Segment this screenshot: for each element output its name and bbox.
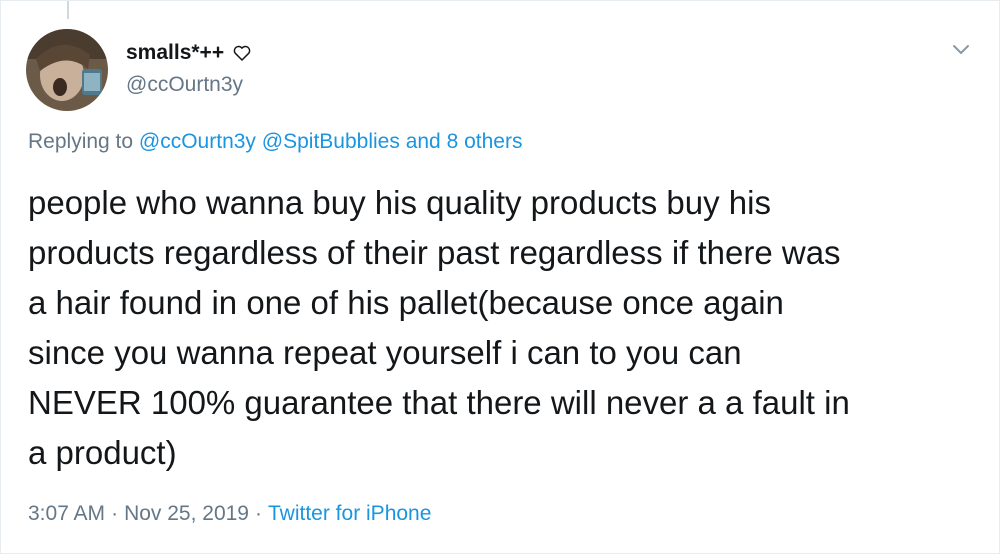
tweet-source-link[interactable]: Twitter for iPhone: [268, 502, 431, 525]
thread-connector-line: [67, 1, 69, 19]
tweet-text-line: products regardless of their past regard…: [28, 234, 841, 271]
author-display-name[interactable]: smalls*++: [126, 41, 224, 65]
tweet-text: people who wanna buy his quality product…: [28, 178, 988, 478]
tweet-text-line: a product): [28, 434, 177, 471]
replying-to-line: Replying to @ccOurtn3y @SpitBubblies and…: [28, 130, 522, 154]
tweet-time[interactable]: 3:07 AM: [28, 502, 105, 525]
tweet-text-line: since you wanna repeat yourself i can to…: [28, 334, 742, 371]
tweet-text-line: people who wanna buy his quality product…: [28, 184, 771, 221]
meta-separator: ·: [255, 502, 262, 525]
replying-to-label: Replying to: [28, 130, 134, 153]
chevron-down-icon[interactable]: [949, 39, 973, 59]
tweet-meta: 3:07 AM · Nov 25, 2019 · Twitter for iPhone: [28, 502, 431, 526]
heart-outline-icon: [232, 43, 252, 63]
mention-connector[interactable]: and: [406, 130, 441, 153]
others-link[interactable]: 8 others: [447, 130, 523, 153]
mention-link[interactable]: @ccOurtn3y: [139, 130, 256, 153]
author-handle[interactable]: @ccOurtn3y: [126, 73, 243, 97]
tweet-card: smalls*++ @ccOurtn3y Replying to @ccOurt…: [0, 0, 1000, 554]
avatar[interactable]: [26, 29, 108, 111]
tweet-text-line: NEVER 100% guarantee that there will nev…: [28, 384, 850, 421]
tweet-text-line: a hair found in one of his pallet(becaus…: [28, 284, 784, 321]
tweet-date[interactable]: Nov 25, 2019: [124, 502, 249, 525]
mention-link[interactable]: @SpitBubblies: [262, 130, 400, 153]
meta-separator: ·: [111, 502, 119, 525]
